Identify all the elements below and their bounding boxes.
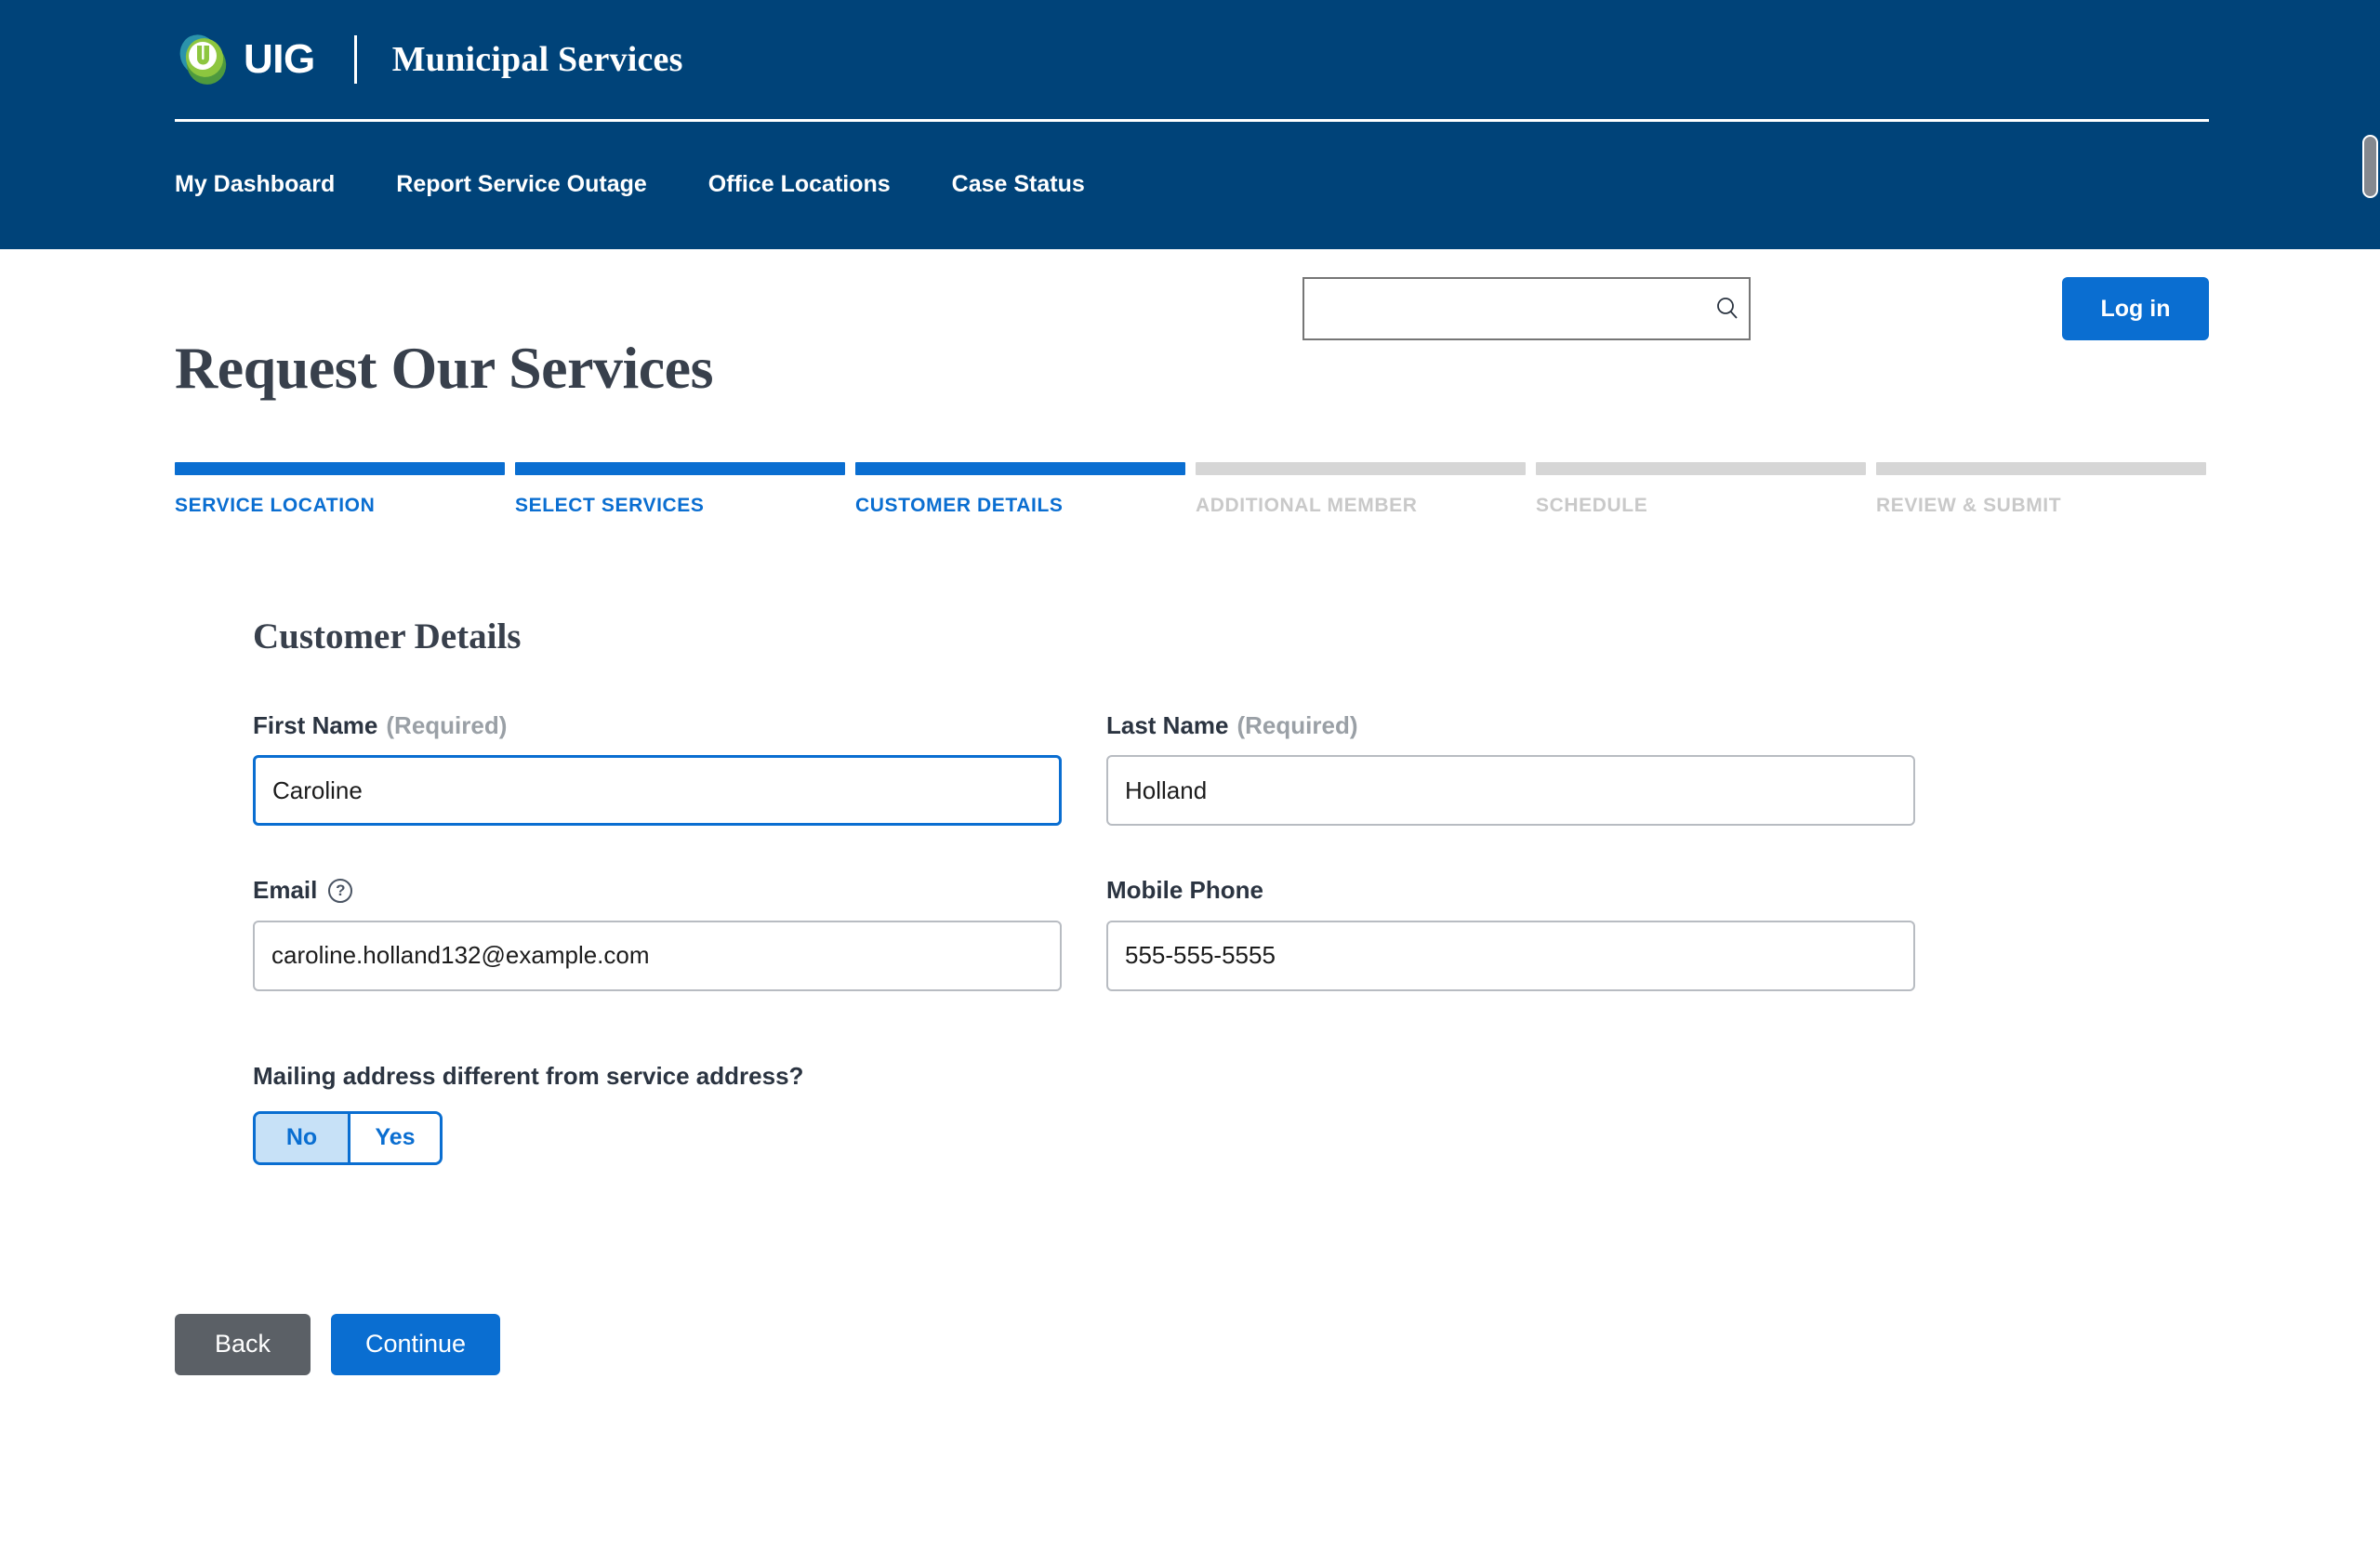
mobile-phone-label-text: Mobile Phone: [1106, 876, 1263, 905]
uig-droplet-logo-icon[interactable]: [175, 31, 232, 88]
step-bar: [1536, 462, 1866, 475]
search-icon[interactable]: [1706, 279, 1749, 338]
step-bar: [1196, 462, 1526, 475]
back-button[interactable]: Back: [175, 1314, 311, 1375]
brand-subtitle: Municipal Services: [392, 39, 683, 80]
step-bar: [1876, 462, 2206, 475]
email-input[interactable]: [253, 921, 1062, 991]
brand-divider: [354, 35, 357, 84]
field-mobile-phone: Mobile Phone: [1106, 876, 1915, 990]
field-last-name: Last Name (Required): [1106, 711, 1915, 826]
section-title: Customer Details: [253, 616, 2380, 657]
step-label: SELECT SERVICES: [515, 495, 845, 517]
email-label-text: Email: [253, 876, 317, 905]
step-bar: [515, 462, 845, 475]
step-label: SERVICE LOCATION: [175, 495, 505, 517]
nav-report-service-outage[interactable]: Report Service Outage: [396, 171, 647, 198]
search-input[interactable]: [1304, 279, 1706, 338]
field-grid: First Name (Required) Last Name (Require…: [253, 711, 1917, 990]
contact-us-label: Contact Us: [1818, 292, 1940, 319]
login-button[interactable]: Log in: [2062, 277, 2209, 340]
last-name-label: Last Name (Required): [1106, 711, 1915, 740]
first-name-required-text: (Required): [386, 711, 507, 740]
email-label: Email ?: [253, 876, 1062, 905]
last-name-required-text: (Required): [1237, 711, 1358, 740]
chevron-down-icon: [1955, 292, 1976, 319]
mailing-toggle-no[interactable]: No: [256, 1114, 348, 1162]
step-schedule[interactable]: SCHEDULE: [1536, 462, 1866, 517]
contact-us-menu[interactable]: Contact Us: [1818, 292, 1976, 319]
nav-office-locations[interactable]: Office Locations: [708, 171, 891, 198]
mobile-phone-input[interactable]: [1106, 921, 1915, 991]
step-label: CUSTOMER DETAILS: [855, 495, 1185, 517]
last-name-label-text: Last Name: [1106, 711, 1229, 740]
step-label: ADDITIONAL MEMBER: [1196, 495, 1526, 517]
mailing-address-toggle-group: No Yes: [253, 1111, 443, 1165]
scrollbar-thumb[interactable]: [2362, 135, 2378, 198]
logo-wordmark: UIG: [244, 36, 315, 83]
field-email: Email ?: [253, 876, 1062, 990]
customer-details-form: Customer Details First Name (Required) L…: [175, 616, 2380, 1374]
continue-button[interactable]: Continue: [331, 1314, 500, 1375]
mobile-phone-label: Mobile Phone: [1106, 876, 1915, 905]
last-name-input[interactable]: [1106, 755, 1915, 826]
page-content: Request Our Services SERVICE LOCATION SE…: [0, 249, 2380, 1375]
site-header: UIG Municipal Services My Dashboard Repo…: [0, 0, 2380, 249]
step-bar: [175, 462, 505, 475]
step-service-location[interactable]: SERVICE LOCATION: [175, 462, 505, 517]
first-name-label: First Name (Required): [253, 711, 1062, 740]
question-mark-circle-icon[interactable]: ?: [328, 879, 352, 903]
nav-case-status[interactable]: Case Status: [952, 171, 1085, 198]
step-customer-details[interactable]: CUSTOMER DETAILS: [855, 462, 1185, 517]
page-title: Request Our Services: [175, 337, 2380, 399]
search-box[interactable]: [1302, 277, 1751, 340]
step-label: SCHEDULE: [1536, 495, 1866, 517]
brand-row: UIG Municipal Services: [0, 0, 2380, 119]
step-additional-member[interactable]: ADDITIONAL MEMBER: [1196, 462, 1526, 517]
primary-navigation: My Dashboard Report Service Outage Offic…: [0, 119, 2380, 249]
form-actions: Back Continue: [175, 1314, 2380, 1375]
progress-stepper: SERVICE LOCATION SELECT SERVICES CUSTOME…: [175, 462, 2206, 517]
field-first-name: First Name (Required): [253, 711, 1062, 826]
step-select-services[interactable]: SELECT SERVICES: [515, 462, 845, 517]
page-scrollbar[interactable]: [2360, 0, 2380, 1551]
step-label: REVIEW & SUBMIT: [1876, 495, 2206, 517]
step-review-submit[interactable]: REVIEW & SUBMIT: [1876, 462, 2206, 517]
mailing-address-question: Mailing address different from service a…: [253, 1062, 2380, 1091]
step-bar: [855, 462, 1185, 475]
first-name-label-text: First Name: [253, 711, 377, 740]
mailing-address-toggle-block: Mailing address different from service a…: [253, 1062, 2380, 1165]
mailing-toggle-yes[interactable]: Yes: [348, 1114, 440, 1162]
first-name-input[interactable]: [253, 755, 1062, 826]
nav-my-dashboard[interactable]: My Dashboard: [175, 171, 335, 198]
